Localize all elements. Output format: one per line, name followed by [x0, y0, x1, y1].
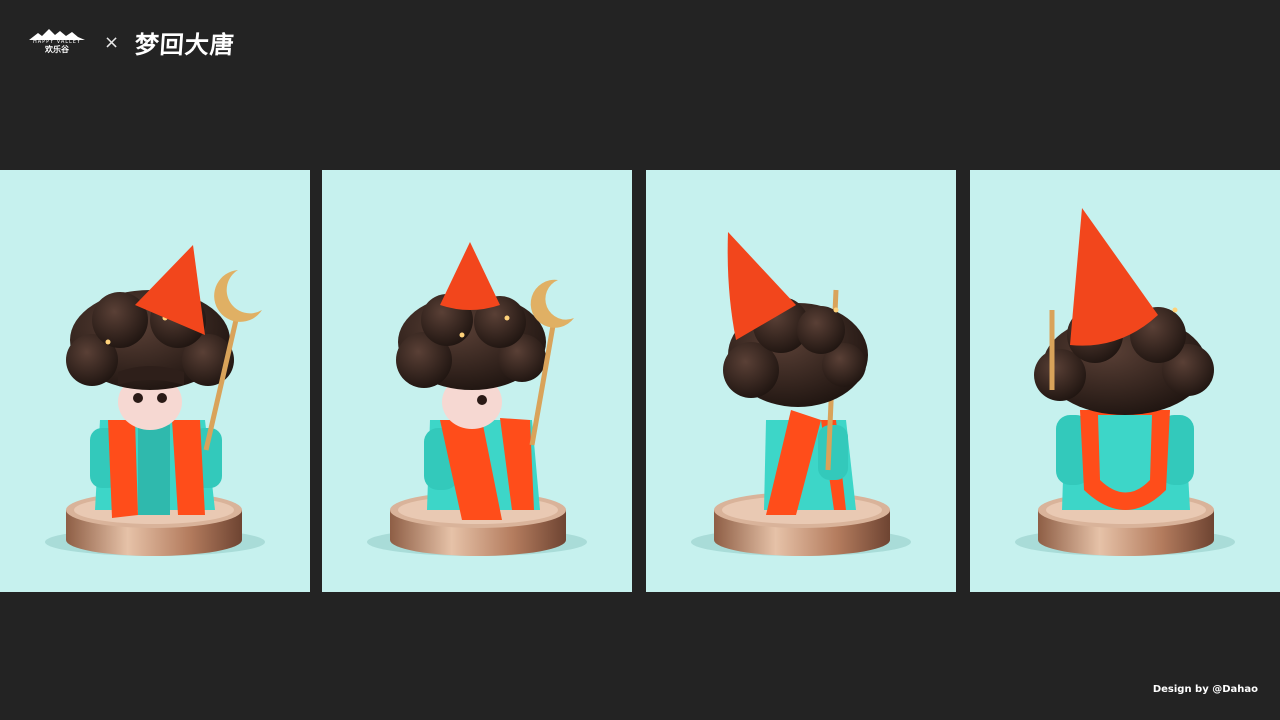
figurine-three-quarter-image — [367, 242, 587, 556]
figurine-front-image — [45, 245, 265, 556]
view-front-panel — [0, 170, 310, 592]
brand-logo-cn: 欢乐谷 — [45, 45, 69, 54]
header: HAPPY VALLEY 欢乐谷 × 梦回大唐 — [28, 24, 236, 60]
figurine-back-three-quarter-image — [691, 232, 911, 556]
happy-valley-logo: HAPPY VALLEY 欢乐谷 — [28, 27, 86, 57]
collab-separator: × — [104, 31, 120, 53]
collab-title: 梦回大唐 — [133, 29, 236, 59]
view-back-panel — [970, 170, 1280, 592]
view-back-three-quarter-panel — [646, 170, 956, 592]
figurine-back-image — [1015, 208, 1235, 556]
design-credit: Design by @Dahao — [1152, 684, 1258, 695]
view-three-quarter-panel — [322, 170, 632, 592]
